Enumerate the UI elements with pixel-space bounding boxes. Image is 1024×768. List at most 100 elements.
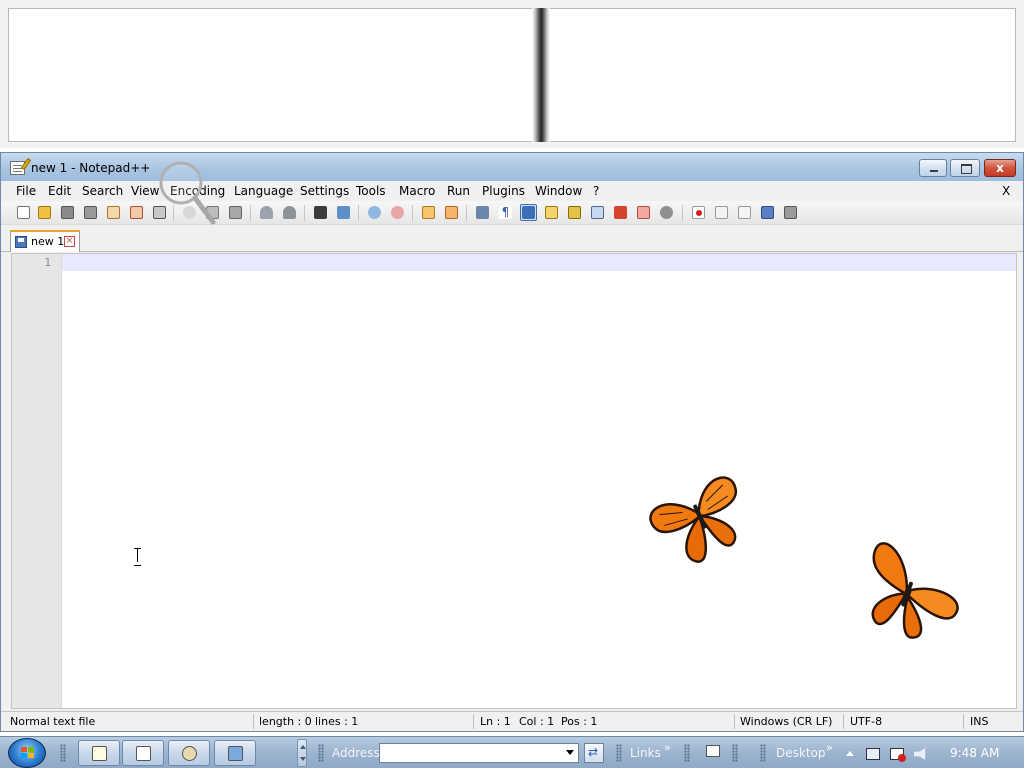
status-line-number: Ln : 1	[480, 715, 511, 728]
go-button[interactable]	[584, 743, 604, 763]
network-icon[interactable]	[866, 748, 880, 760]
toolbar-grip[interactable]	[760, 744, 766, 762]
show-all-chars-icon[interactable]: ¶	[497, 204, 514, 221]
window-title: new 1 - Notepad++	[31, 161, 151, 175]
magnifier-icon	[159, 161, 216, 225]
undo-icon[interactable]	[258, 204, 275, 221]
close-all-icon[interactable]	[128, 204, 145, 221]
desktop-label[interactable]: Desktop	[776, 746, 826, 760]
menu-language[interactable]: Language	[234, 184, 293, 198]
toolbar-grip[interactable]	[732, 744, 738, 762]
windows-logo-icon	[21, 747, 34, 759]
menu-tools[interactable]: Tools	[356, 184, 386, 198]
new-file-icon[interactable]	[15, 204, 32, 221]
play-macro-icon[interactable]	[736, 204, 753, 221]
status-separator	[473, 714, 474, 729]
close-document-button[interactable]: X	[1002, 184, 1010, 198]
minimize-button[interactable]	[919, 159, 947, 177]
save-icon[interactable]	[59, 204, 76, 221]
find-icon[interactable]	[312, 204, 329, 221]
maximize-button[interactable]	[950, 159, 980, 177]
background-window	[0, 0, 1024, 148]
taskbar-paint[interactable]	[168, 740, 210, 766]
taskbar-grip[interactable]	[60, 744, 66, 762]
start-button[interactable]	[8, 738, 46, 768]
run-macro-multiple-icon[interactable]	[759, 204, 776, 221]
record-macro-icon[interactable]	[690, 204, 707, 221]
toolbar-grip[interactable]	[318, 744, 324, 762]
zoom-out-icon[interactable]	[389, 204, 406, 221]
taskbar-media-player[interactable]	[122, 740, 164, 766]
save-macro-icon[interactable]	[782, 204, 799, 221]
function-list-icon[interactable]	[566, 204, 583, 221]
stop-record-icon[interactable]	[713, 204, 730, 221]
paste-icon[interactable]	[227, 204, 244, 221]
tab-label: new 1	[31, 235, 65, 248]
sync-horizontal-icon[interactable]	[443, 204, 460, 221]
redo-icon[interactable]	[281, 204, 298, 221]
background-panel	[8, 8, 1016, 142]
editor-area[interactable]: 1	[11, 253, 1017, 709]
open-file-icon[interactable]	[36, 204, 53, 221]
screen: new 1 - Notepad++ x File Edit Search Vie…	[0, 0, 1024, 768]
links-chevron-icon[interactable]: »	[664, 741, 671, 754]
chevron-down-icon[interactable]	[566, 750, 574, 755]
tab-close-icon[interactable]: ×	[64, 236, 75, 247]
tab-new-1[interactable]: new 1 ×	[10, 230, 80, 252]
sync-vertical-icon[interactable]	[420, 204, 437, 221]
taskbar-notepad-plus-plus[interactable]	[78, 740, 120, 766]
close-icon[interactable]	[105, 204, 122, 221]
menu-file[interactable]: File	[16, 184, 36, 198]
menu-help[interactable]: ?	[593, 184, 599, 198]
status-length: length : 0	[259, 715, 312, 728]
save-all-icon[interactable]	[82, 204, 99, 221]
toolbar-grip[interactable]	[684, 744, 690, 762]
menu-plugins[interactable]: Plugins	[482, 184, 525, 198]
close-button[interactable]: x	[984, 159, 1016, 177]
toolbar-separator	[412, 205, 413, 221]
toolbar-grip[interactable]	[616, 744, 622, 762]
taskbar-explorer[interactable]	[214, 740, 256, 766]
word-wrap-icon[interactable]	[474, 204, 491, 221]
toolbar-separator	[358, 205, 359, 221]
menu-settings[interactable]: Settings	[300, 184, 349, 198]
menu-view[interactable]: View	[131, 184, 159, 198]
status-separator	[963, 714, 964, 729]
taskbar-scroll-button[interactable]	[297, 739, 307, 767]
paint-icon	[182, 746, 197, 761]
menu-run[interactable]: Run	[447, 184, 470, 198]
toolbar-separator	[304, 205, 305, 221]
replace-icon[interactable]	[335, 204, 352, 221]
taskbar: Address Links » Desktop » 9:48 AM	[0, 736, 1024, 768]
menu-search[interactable]: Search	[82, 184, 123, 198]
action-center-icon[interactable]	[890, 748, 906, 762]
folder-as-workspace-icon[interactable]	[612, 204, 629, 221]
toolbar-separator	[466, 205, 467, 221]
menu-window[interactable]: Window	[535, 184, 582, 198]
links-label[interactable]: Links	[630, 746, 661, 760]
monitoring-icon[interactable]	[635, 204, 652, 221]
menu-macro[interactable]: Macro	[399, 184, 435, 198]
clock[interactable]: 9:48 AM	[950, 746, 999, 760]
toolbar: ¶	[1, 201, 1023, 225]
zoom-in-icon[interactable]	[366, 204, 383, 221]
indent-guide-icon[interactable]	[520, 204, 537, 221]
desktop-chevron-icon[interactable]: »	[826, 741, 833, 754]
session-icon[interactable]	[658, 204, 675, 221]
menu-edit[interactable]: Edit	[48, 184, 71, 198]
media-player-icon	[136, 746, 151, 761]
address-input[interactable]	[379, 743, 579, 763]
status-eol-format[interactable]: Windows (CR LF)	[740, 715, 832, 728]
toolbar-separator	[250, 205, 251, 221]
notepad-quicklaunch-icon[interactable]	[706, 745, 720, 757]
line-number-gutter[interactable]: 1	[12, 254, 62, 708]
document-map-icon[interactable]	[589, 204, 606, 221]
background-splitter[interactable]	[532, 8, 550, 142]
i-beam-cursor-icon	[134, 548, 142, 566]
notepad-app-icon[interactable]	[10, 157, 32, 175]
show-hidden-icons-icon[interactable]	[846, 751, 854, 756]
volume-icon[interactable]	[914, 748, 926, 760]
title-bar[interactable]: new 1 - Notepad++ x	[1, 153, 1023, 181]
user-language-icon[interactable]	[543, 204, 560, 221]
maximize-icon	[951, 160, 979, 176]
